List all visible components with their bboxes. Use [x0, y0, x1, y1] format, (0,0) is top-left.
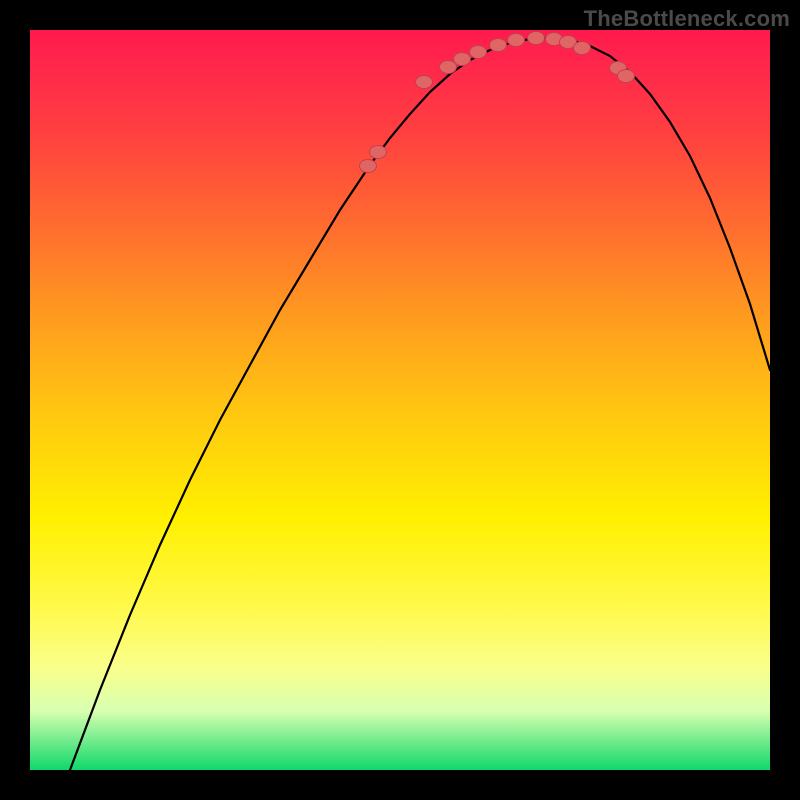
marker-point	[416, 76, 433, 89]
plot-area	[30, 30, 770, 770]
bottleneck-curve	[70, 38, 770, 770]
marker-point	[454, 53, 471, 66]
marker-point	[574, 42, 591, 55]
watermark-label: TheBottleneck.com	[584, 6, 790, 32]
marker-point	[360, 160, 377, 173]
marker-point	[618, 70, 635, 83]
marker-point	[508, 34, 525, 47]
marker-point	[528, 32, 545, 45]
marker-point	[440, 61, 457, 74]
marker-point	[370, 146, 387, 159]
marker-point	[490, 39, 507, 52]
chart-svg	[30, 30, 770, 770]
chart-frame: TheBottleneck.com	[0, 0, 800, 800]
marker-point	[470, 46, 487, 59]
highlight-markers	[360, 32, 635, 173]
